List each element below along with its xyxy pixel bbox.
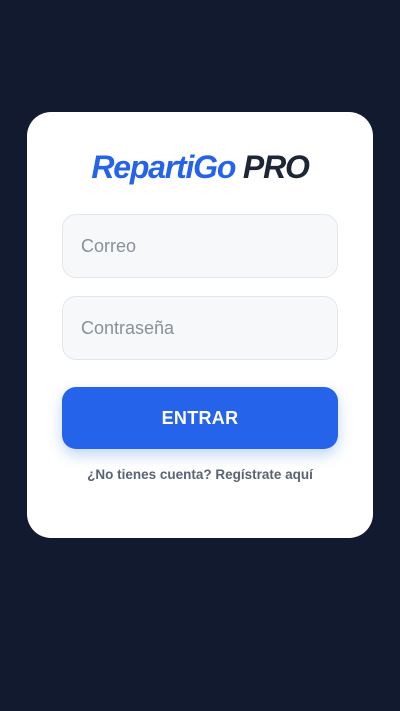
app-logo: RepartiGo PRO	[27, 148, 373, 186]
email-field[interactable]	[62, 214, 338, 278]
logo-brand: RepartiGo	[91, 149, 236, 185]
login-button[interactable]: ENTRAR	[62, 387, 338, 449]
login-card: RepartiGo PRO ENTRAR ¿No tienes cuenta? …	[27, 112, 373, 538]
register-link[interactable]: ¿No tienes cuenta? Regístrate aquí	[27, 467, 373, 482]
password-field[interactable]	[62, 296, 338, 360]
login-screen: RepartiGo PRO ENTRAR ¿No tienes cuenta? …	[0, 0, 400, 711]
logo-suffix: PRO	[242, 149, 310, 185]
